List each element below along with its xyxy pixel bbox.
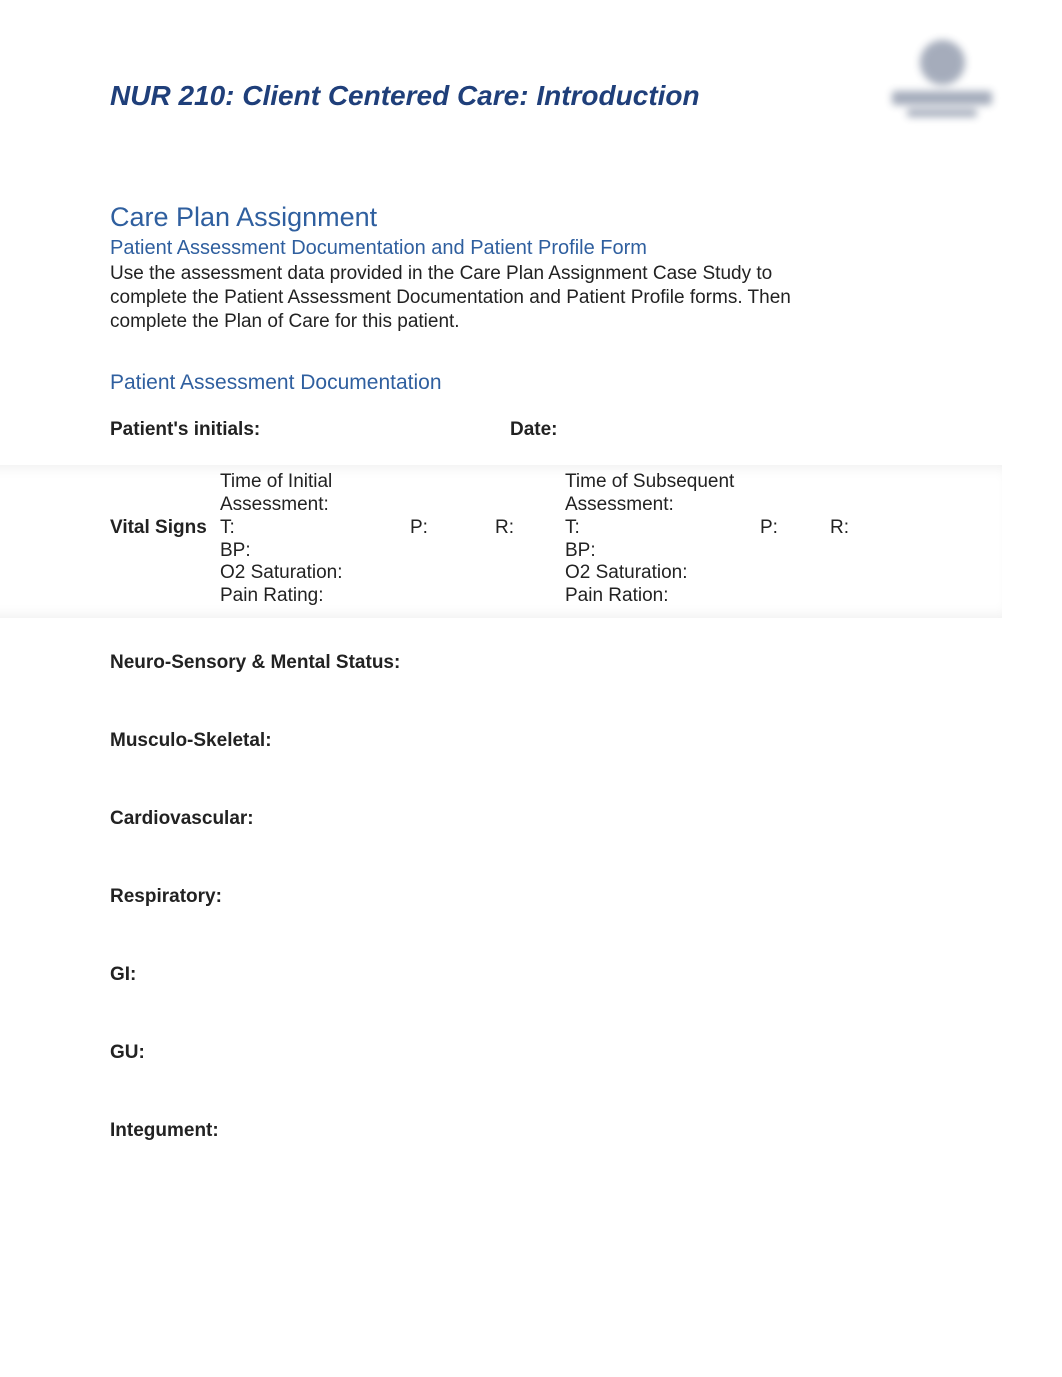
patient-date-row: Patient's initials: Date: [110,419,962,441]
gi-label: GI: [110,964,962,986]
date-label: Date: [510,419,558,441]
vital-signs-table: Vital Signs Time of Initial Assessment: … [100,465,982,618]
pulse-initial-label: P: [410,471,495,608]
initial-assessment-column: Time of Initial Assessment: T: BP: O2 Sa… [220,471,410,608]
temp-subsequent-label: T: [565,517,760,540]
resp-subsequent-label: R: [830,471,880,608]
bp-initial-label: BP: [220,540,410,563]
instructions-text: Use the assessment data provided in the … [110,262,830,333]
time-initial-label: Time of Initial Assessment: [220,471,410,517]
document-page: NUR 210: Client Centered Care: Introduct… [0,0,1062,1182]
time-subsequent-label: Time of Subsequent Assessment: [565,471,760,517]
respiratory-label: Respiratory: [110,886,962,908]
resp-initial-label: R: [495,471,565,608]
course-title: NUR 210: Client Centered Care: Introduct… [110,80,962,112]
institution-logo [882,40,1002,130]
bp-subsequent-label: BP: [565,540,760,563]
assignment-heading: Care Plan Assignment [110,202,962,233]
cardiovascular-label: Cardiovascular: [110,808,962,830]
o2-initial-label: O2 Saturation: [220,562,410,585]
subsequent-assessment-column: Time of Subsequent Assessment: T: BP: O2… [565,471,760,608]
gu-label: GU: [110,1042,962,1064]
o2-subsequent-label: O2 Saturation: [565,562,760,585]
pain-rating-initial-label: Pain Rating: [220,585,410,608]
pain-ration-subsequent-label: Pain Ration: [565,585,760,608]
pulse-subsequent-label: P: [760,471,830,608]
patient-initials-label: Patient's initials: [110,419,510,441]
form-subtitle: Patient Assessment Documentation and Pat… [110,237,962,260]
neuro-sensory-label: Neuro-Sensory & Mental Status: [110,652,962,674]
section-heading: Patient Assessment Documentation [110,371,962,395]
musculo-skeletal-label: Musculo-Skeletal: [110,730,962,752]
vital-signs-label: Vital Signs [110,471,220,608]
integument-label: Integument: [110,1120,962,1142]
temp-initial-label: T: [220,517,410,540]
